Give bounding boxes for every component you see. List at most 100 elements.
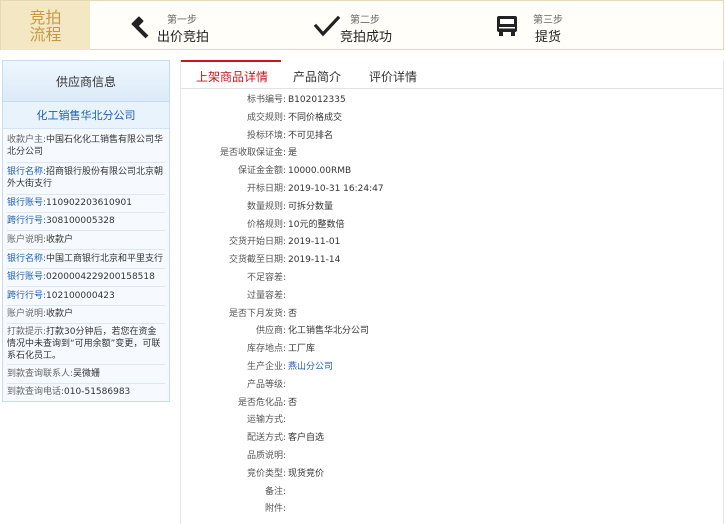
detail-label: 生产企业:: [246, 362, 286, 372]
supplier-row: 账户说明:收款户: [7, 235, 74, 245]
detail-row: 不足容差:: [181, 269, 723, 287]
supplier-row: 打款提示:打款30分钟后，若您在资金情况中未查询到“可用余额”变更，可联系石化员…: [7, 327, 161, 361]
truck-icon: [497, 16, 517, 36]
detail-row: 交货开始日期: 2019-11-01: [181, 233, 723, 251]
detail-label: 运输方式:: [246, 415, 286, 426]
detail-row: 过量容差:: [181, 287, 723, 305]
step-1-label: 出价竞拍: [157, 30, 210, 45]
detail-label: 备注:: [264, 486, 286, 497]
active-tab-indicator: [181, 60, 281, 62]
detail-label: 价格规则:: [246, 219, 286, 230]
step-3-number: 第三步: [533, 15, 563, 26]
checkmark-icon: [314, 15, 340, 37]
detail-label: 保证金金额:: [237, 166, 286, 177]
detail-row: 竞价类型: 现货竞价: [181, 465, 723, 483]
detail-value: 否: [288, 308, 298, 319]
detail-value: 客户自选: [288, 433, 325, 444]
supplier-row: 银行名称:中国工商银行北京和平里支行: [7, 254, 164, 264]
detail-value: 现货竞价: [288, 468, 325, 479]
supplier-info-panel: 供应商信息 化工销售华北分公司 收款户主:中国石化化工销售有限公司华北分公司 银…: [2, 60, 170, 402]
supplier-row: 账户说明:收款户: [7, 309, 74, 319]
detail-row: 附件:: [181, 500, 723, 518]
supplier-company-name[interactable]: 化工销售华北分公司: [3, 102, 169, 129]
detail-value: 化工销售华北分公司: [288, 326, 370, 337]
step-2-label: 竞拍成功: [340, 30, 393, 45]
detail-label: 配送方式:: [246, 433, 286, 444]
detail-row: 是否危化品: 否: [181, 394, 723, 412]
detail-value: B102012335: [288, 95, 346, 105]
supplier-row: 到款查询联系人:吴微姗: [7, 369, 101, 379]
detail-label: 不足容差:: [246, 273, 286, 283]
detail-row: 是否下月发货: 否: [181, 305, 723, 323]
detail-row: 供应商: 化工销售华北分公司: [181, 322, 723, 340]
detail-row: 库存地点: 工厂库: [181, 340, 723, 358]
step-2-number: 第二步: [350, 15, 380, 26]
detail-value: 10000.00RMB: [288, 166, 352, 177]
detail-row: 价格规则: 10元的整数倍: [181, 216, 723, 234]
step-3-label: 提货: [535, 30, 562, 45]
detail-label: 竞价类型:: [246, 468, 286, 479]
gavel-icon: [131, 16, 149, 39]
detail-label: 供应商:: [255, 326, 286, 337]
detail-row: 运输方式:: [181, 411, 723, 429]
step-2: 第二步 竞拍成功: [314, 9, 424, 45]
detail-row: 成交规则: 不同价格成交: [181, 109, 723, 127]
detail-value: 不可见排名: [288, 130, 334, 141]
supplier-row: 跨行行号:308100005328: [7, 216, 115, 226]
detail-value: 不同价格成交: [288, 112, 343, 123]
detail-row: 开标日期: 2019-10-31 16:24:47: [181, 180, 723, 198]
step-3: 第三步 提货: [495, 9, 585, 45]
detail-value: 2019-10-31 16:24:47: [288, 184, 384, 194]
detail-label: 成交规则:: [246, 112, 286, 123]
detail-value: 否: [288, 397, 298, 408]
process-title-badge: 竞拍流程: [1, 1, 90, 50]
detail-row: 投标环境: 不可见排名: [181, 127, 723, 145]
detail-row: 保证金金额: 10000.00RMB: [181, 162, 723, 180]
detail-label: 是否下月发货:: [228, 308, 286, 319]
detail-label: 交货开始日期:: [228, 237, 286, 248]
detail-row: 标书编号: B102012335: [181, 91, 723, 109]
detail-value: 可拆分数量: [288, 201, 334, 212]
tab-listing-details[interactable]: 上架商品详情: [196, 68, 268, 85]
detail-label: 开标日期:: [246, 184, 286, 194]
detail-value[interactable]: 燕山分公司: [288, 358, 333, 376]
bidding-process-bar: 竞拍流程 第一步 出价竞拍 第二步 竞拍成功 第三步 提货: [0, 0, 724, 50]
detail-label: 投标环境:: [246, 130, 286, 141]
detail-row: 配送方式: 客户自选: [181, 429, 723, 447]
supplier-row: 银行名称:招商银行股份有限公司北京朝外大街支行: [7, 167, 164, 189]
detail-row: 数量规则: 可拆分数量: [181, 198, 723, 216]
detail-row: 交货截至日期: 2019-11-14: [181, 251, 723, 269]
detail-label: 附件:: [264, 504, 286, 515]
supplier-row: 银行账号:110902203610901: [7, 198, 132, 208]
detail-label: 是否收取保证金:: [219, 148, 286, 159]
detail-label: 产品等级:: [246, 379, 286, 390]
detail-label: 交货截至日期:: [228, 255, 286, 266]
supplier-row: 收款户主:中国石化化工销售有限公司华北分公司: [7, 135, 164, 157]
detail-label: 数量规则:: [246, 201, 286, 212]
detail-value: 10元的整数倍: [288, 219, 345, 230]
detail-value: 工厂库: [288, 344, 316, 355]
detail-tabs: 上架商品详情 产品简介 评价详情: [181, 60, 723, 89]
detail-value: 2019-11-01: [288, 237, 341, 248]
step-1: 第一步 出价竞拍: [129, 9, 239, 45]
detail-row: 备注:: [181, 483, 723, 501]
supplier-row: 跨行行号:102100000423: [7, 291, 115, 301]
detail-label: 库存地点:: [246, 344, 286, 355]
supplier-panel-header: 供应商信息: [3, 61, 169, 102]
tab-reviews[interactable]: 评价详情: [369, 68, 417, 85]
detail-value: 2019-11-14: [288, 255, 341, 266]
process-title: 竞拍流程: [29, 7, 62, 44]
detail-label: 是否危化品:: [237, 397, 286, 408]
step-1-number: 第一步: [167, 15, 197, 26]
detail-row: 产品等级:: [181, 376, 723, 394]
product-detail-area: 上架商品详情 产品简介 评价详情 标书编号: B102012335 成交规则: 不同价…: [180, 60, 724, 524]
supplier-row: 银行账号:0200004229200158518: [7, 272, 155, 282]
detail-label: 品质说明:: [246, 451, 286, 461]
supplier-row: 到款查询电话:010-51586983: [7, 387, 131, 397]
tab-product-intro[interactable]: 产品简介: [293, 68, 341, 85]
detail-row: 品质说明:: [181, 447, 723, 465]
detail-label: 标书编号:: [246, 95, 286, 105]
detail-value: 是: [288, 148, 298, 159]
detail-label: 过量容差:: [246, 290, 286, 301]
detail-row: 是否收取保证金: 是: [181, 144, 723, 162]
